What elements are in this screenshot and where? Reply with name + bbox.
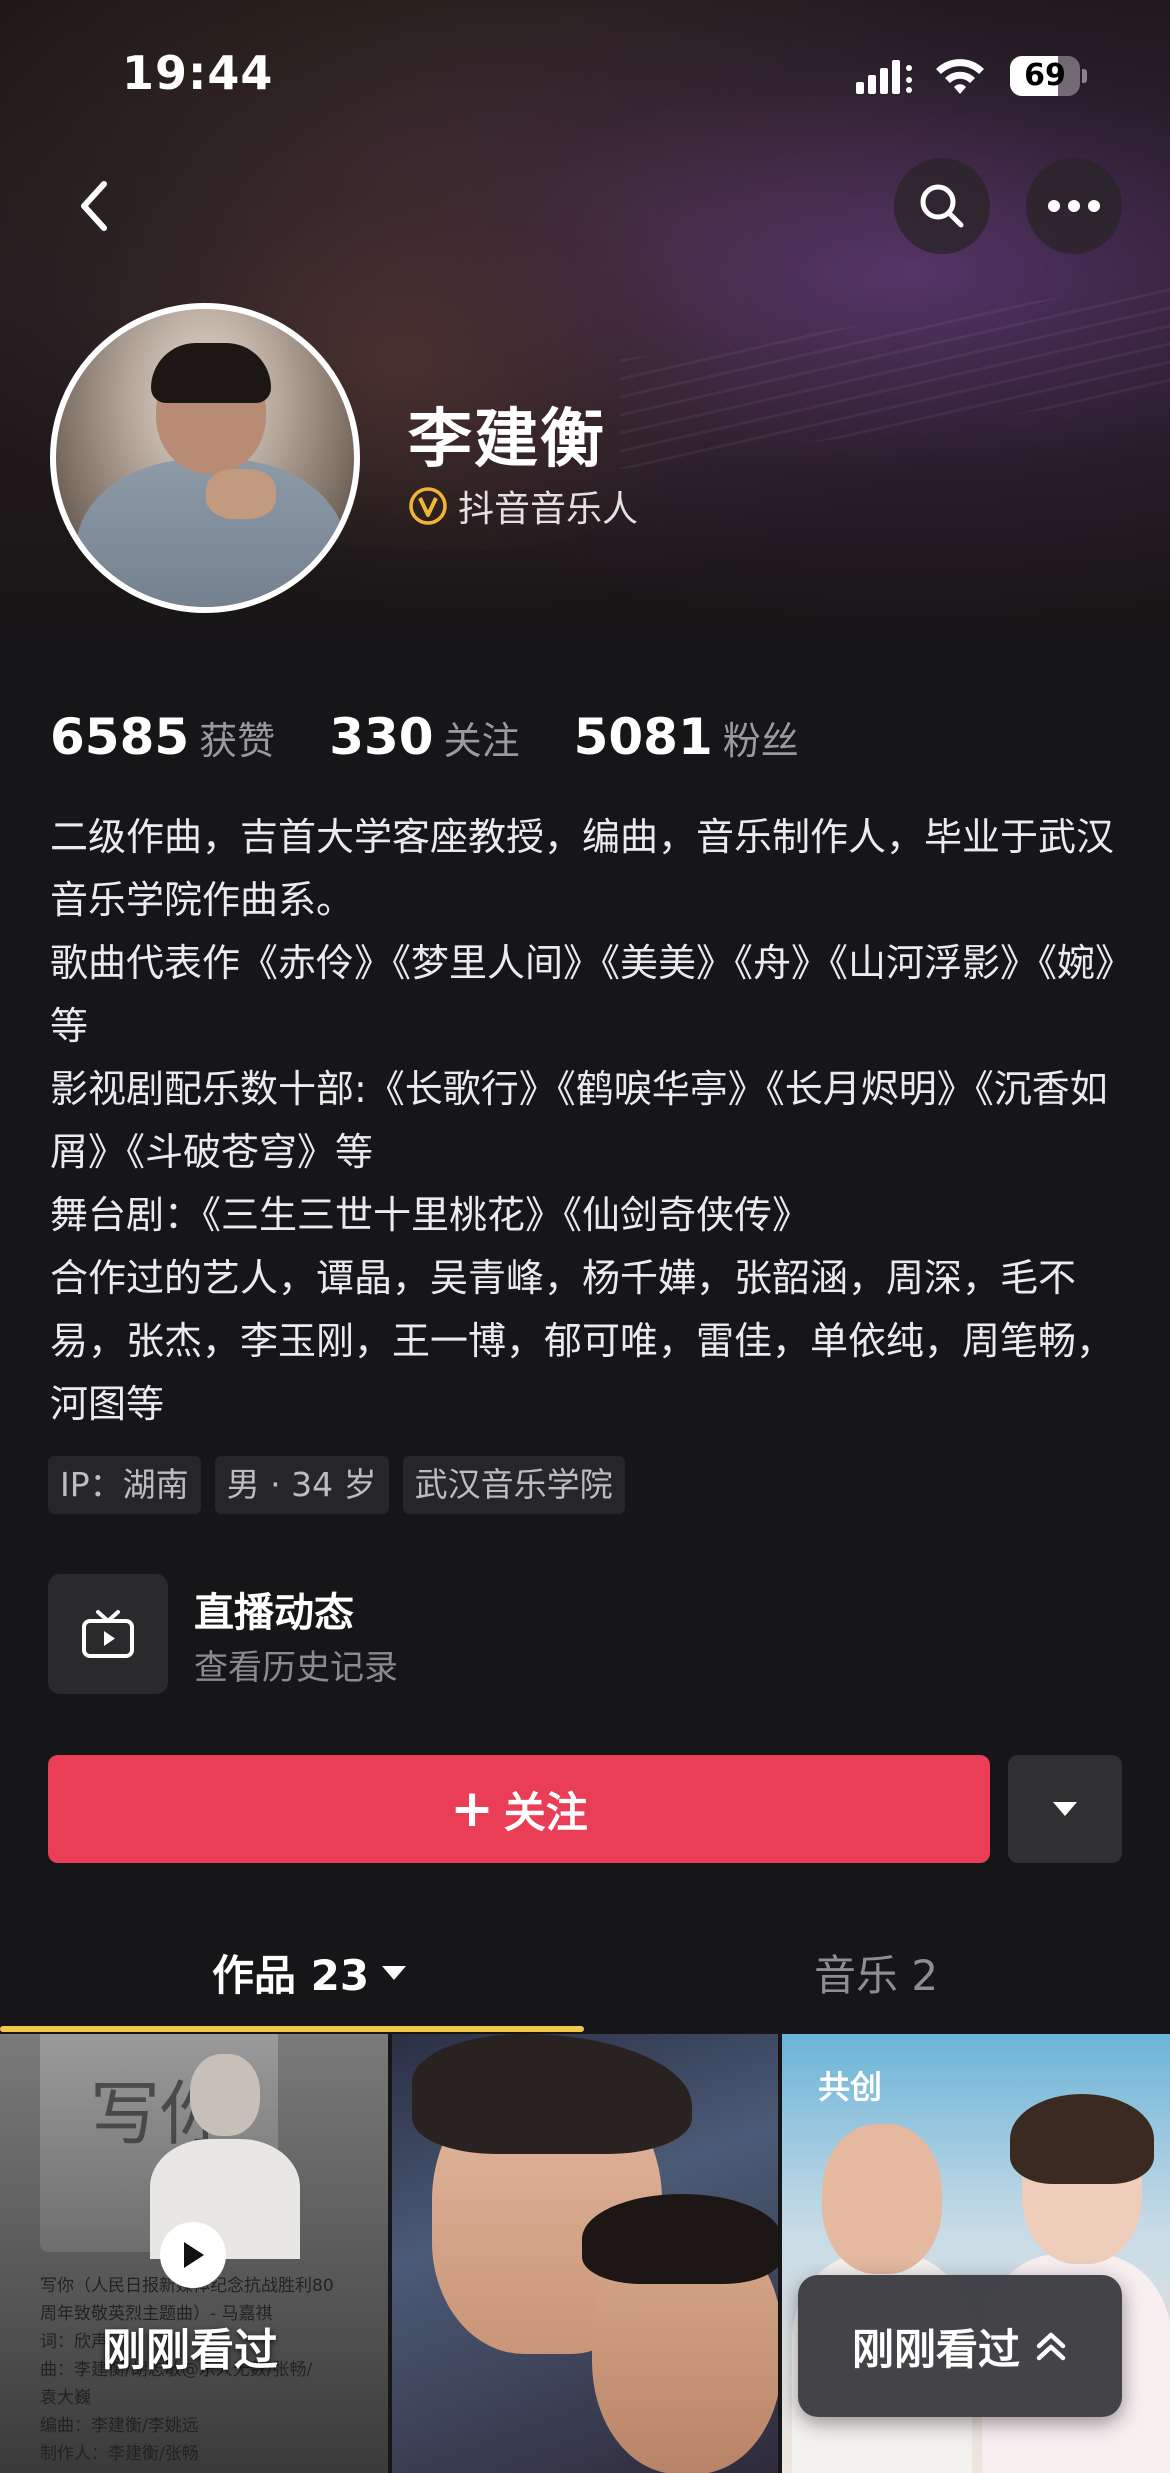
stat-value: 5081 bbox=[573, 708, 713, 766]
thumbnail-figure-hair bbox=[412, 2034, 692, 2154]
profile-name: 李建衡 bbox=[408, 403, 606, 477]
verified-badge[interactable]: 抖音音乐人 bbox=[408, 480, 638, 532]
just-watched-label: 刚刚看过 bbox=[102, 2325, 278, 2376]
wifi-icon bbox=[936, 59, 984, 94]
tab-works-label: 作品 23 bbox=[212, 1951, 370, 2000]
signal-icon bbox=[856, 60, 912, 94]
battery-body: 69 bbox=[1010, 56, 1080, 96]
tag-school[interactable]: 武汉音乐学院 bbox=[402, 1456, 625, 1514]
status-bar: 19:44 69 bbox=[0, 0, 1170, 150]
bio-line: 影视剧配乐数十部:《长歌行》《鹤唳华亭》《长月烬明》《沉香如屑》《斗破苍穹》等 bbox=[50, 1067, 1108, 1174]
active-tab-indicator bbox=[0, 2026, 584, 2032]
tv-icon bbox=[82, 1610, 134, 1658]
avatar-hair bbox=[151, 343, 271, 403]
battery-level: 69 bbox=[1024, 58, 1066, 93]
just-watched-pill[interactable]: 刚刚看过 bbox=[798, 2275, 1122, 2417]
battery-tip bbox=[1082, 69, 1087, 83]
stat-label: 粉丝 bbox=[722, 719, 799, 763]
follow-button[interactable]: + 关注 bbox=[48, 1755, 990, 1863]
avatar[interactable] bbox=[50, 303, 360, 613]
bio-line: 合作过的艺人，谭晶，吴青峰，杨千嬅，张韶涵，周深，毛不易，张杰，李玉刚，王一博，… bbox=[50, 1256, 1115, 1426]
stat-value: 330 bbox=[329, 708, 434, 766]
caret-down-icon bbox=[382, 1965, 407, 1980]
verified-v-icon bbox=[409, 487, 447, 525]
bio-line: 舞台剧：《三生三世十里桃花》《仙剑奇侠传》 bbox=[50, 1193, 811, 1237]
double-chevron-up-icon bbox=[1036, 2332, 1066, 2361]
caption-line: 编曲：李建衡/李姚远 bbox=[40, 2416, 199, 2436]
content-tabs: 作品 23 音乐 2 bbox=[0, 1920, 1170, 2032]
play-icon bbox=[184, 2242, 204, 2268]
live-history-card[interactable]: 直播动态 查看历史记录 bbox=[48, 1574, 648, 1696]
cocreate-badge: 共创 bbox=[818, 2068, 883, 2106]
search-icon bbox=[920, 184, 964, 228]
caret-down-icon bbox=[1053, 1802, 1077, 1816]
battery-icon: 69 bbox=[1010, 56, 1087, 96]
search-button[interactable] bbox=[894, 158, 990, 254]
verified-label: 抖音音乐人 bbox=[458, 489, 639, 530]
follow-label: 关注 bbox=[503, 1787, 588, 1837]
profile-bio: 二级作曲，吉首大学客座教授，编曲，音乐制作人，毕业于武汉音乐学院作曲系。 歌曲代… bbox=[50, 806, 1130, 1436]
stat-followers[interactable]: 5081 粉丝 bbox=[574, 708, 799, 766]
bio-line: 歌曲代表作《赤伶》《梦里人间》《美美》《舟》《山河浮影》《婉》等 bbox=[50, 941, 1115, 1048]
thumbnail-figure-face bbox=[190, 2054, 260, 2136]
caption-line: 制作人：李建衡/张畅 bbox=[40, 2444, 199, 2464]
live-subtitle: 查看历史记录 bbox=[194, 1648, 398, 1688]
work-thumbnail-2[interactable] bbox=[392, 2034, 778, 2473]
bio-line: 二级作曲，吉首大学客座教授，编曲，音乐制作人，毕业于武汉音乐学院作曲系。 bbox=[50, 815, 1115, 922]
live-icon-box bbox=[48, 1574, 168, 1694]
tag-ip-location: IP：湖南 bbox=[48, 1456, 201, 1514]
tag-gender-age: 男 · 34 岁 bbox=[214, 1456, 389, 1514]
status-time: 19:44 bbox=[122, 46, 274, 100]
more-button[interactable] bbox=[1026, 158, 1122, 254]
live-title: 直播动态 bbox=[194, 1590, 354, 1636]
stat-label: 关注 bbox=[443, 719, 520, 763]
profile-stats: 6585 获赞 330 关注 5081 粉丝 bbox=[50, 708, 853, 766]
stat-likes[interactable]: 6585 获赞 bbox=[50, 708, 275, 766]
thumbnail-photo: 写你 bbox=[40, 2034, 300, 2259]
tab-works[interactable]: 作品 23 bbox=[212, 1942, 407, 2003]
tab-music[interactable]: 音乐 2 bbox=[814, 1942, 938, 2003]
thumbnail-figure-hair bbox=[582, 2194, 778, 2284]
stat-label: 获赞 bbox=[199, 719, 276, 763]
profile-tags: IP：湖南 男 · 34 岁 武汉音乐学院 bbox=[48, 1456, 625, 1514]
plus-icon: + bbox=[450, 1779, 494, 1839]
thumbnail-figure-hair bbox=[1010, 2094, 1154, 2184]
stat-following[interactable]: 330 关注 bbox=[329, 708, 519, 766]
back-arrow-icon bbox=[81, 181, 107, 231]
pill-label: 刚刚看过 bbox=[851, 2324, 1020, 2374]
play-button[interactable] bbox=[160, 2222, 226, 2288]
avatar-hand bbox=[206, 469, 276, 519]
stat-value: 6585 bbox=[50, 708, 190, 766]
back-button[interactable] bbox=[48, 158, 144, 254]
caption-line: 袁大巍 bbox=[40, 2388, 91, 2408]
recommend-dropdown-button[interactable] bbox=[1008, 1755, 1122, 1863]
more-dots-icon bbox=[1048, 200, 1100, 212]
thumbnail-figure-face bbox=[822, 2124, 942, 2274]
